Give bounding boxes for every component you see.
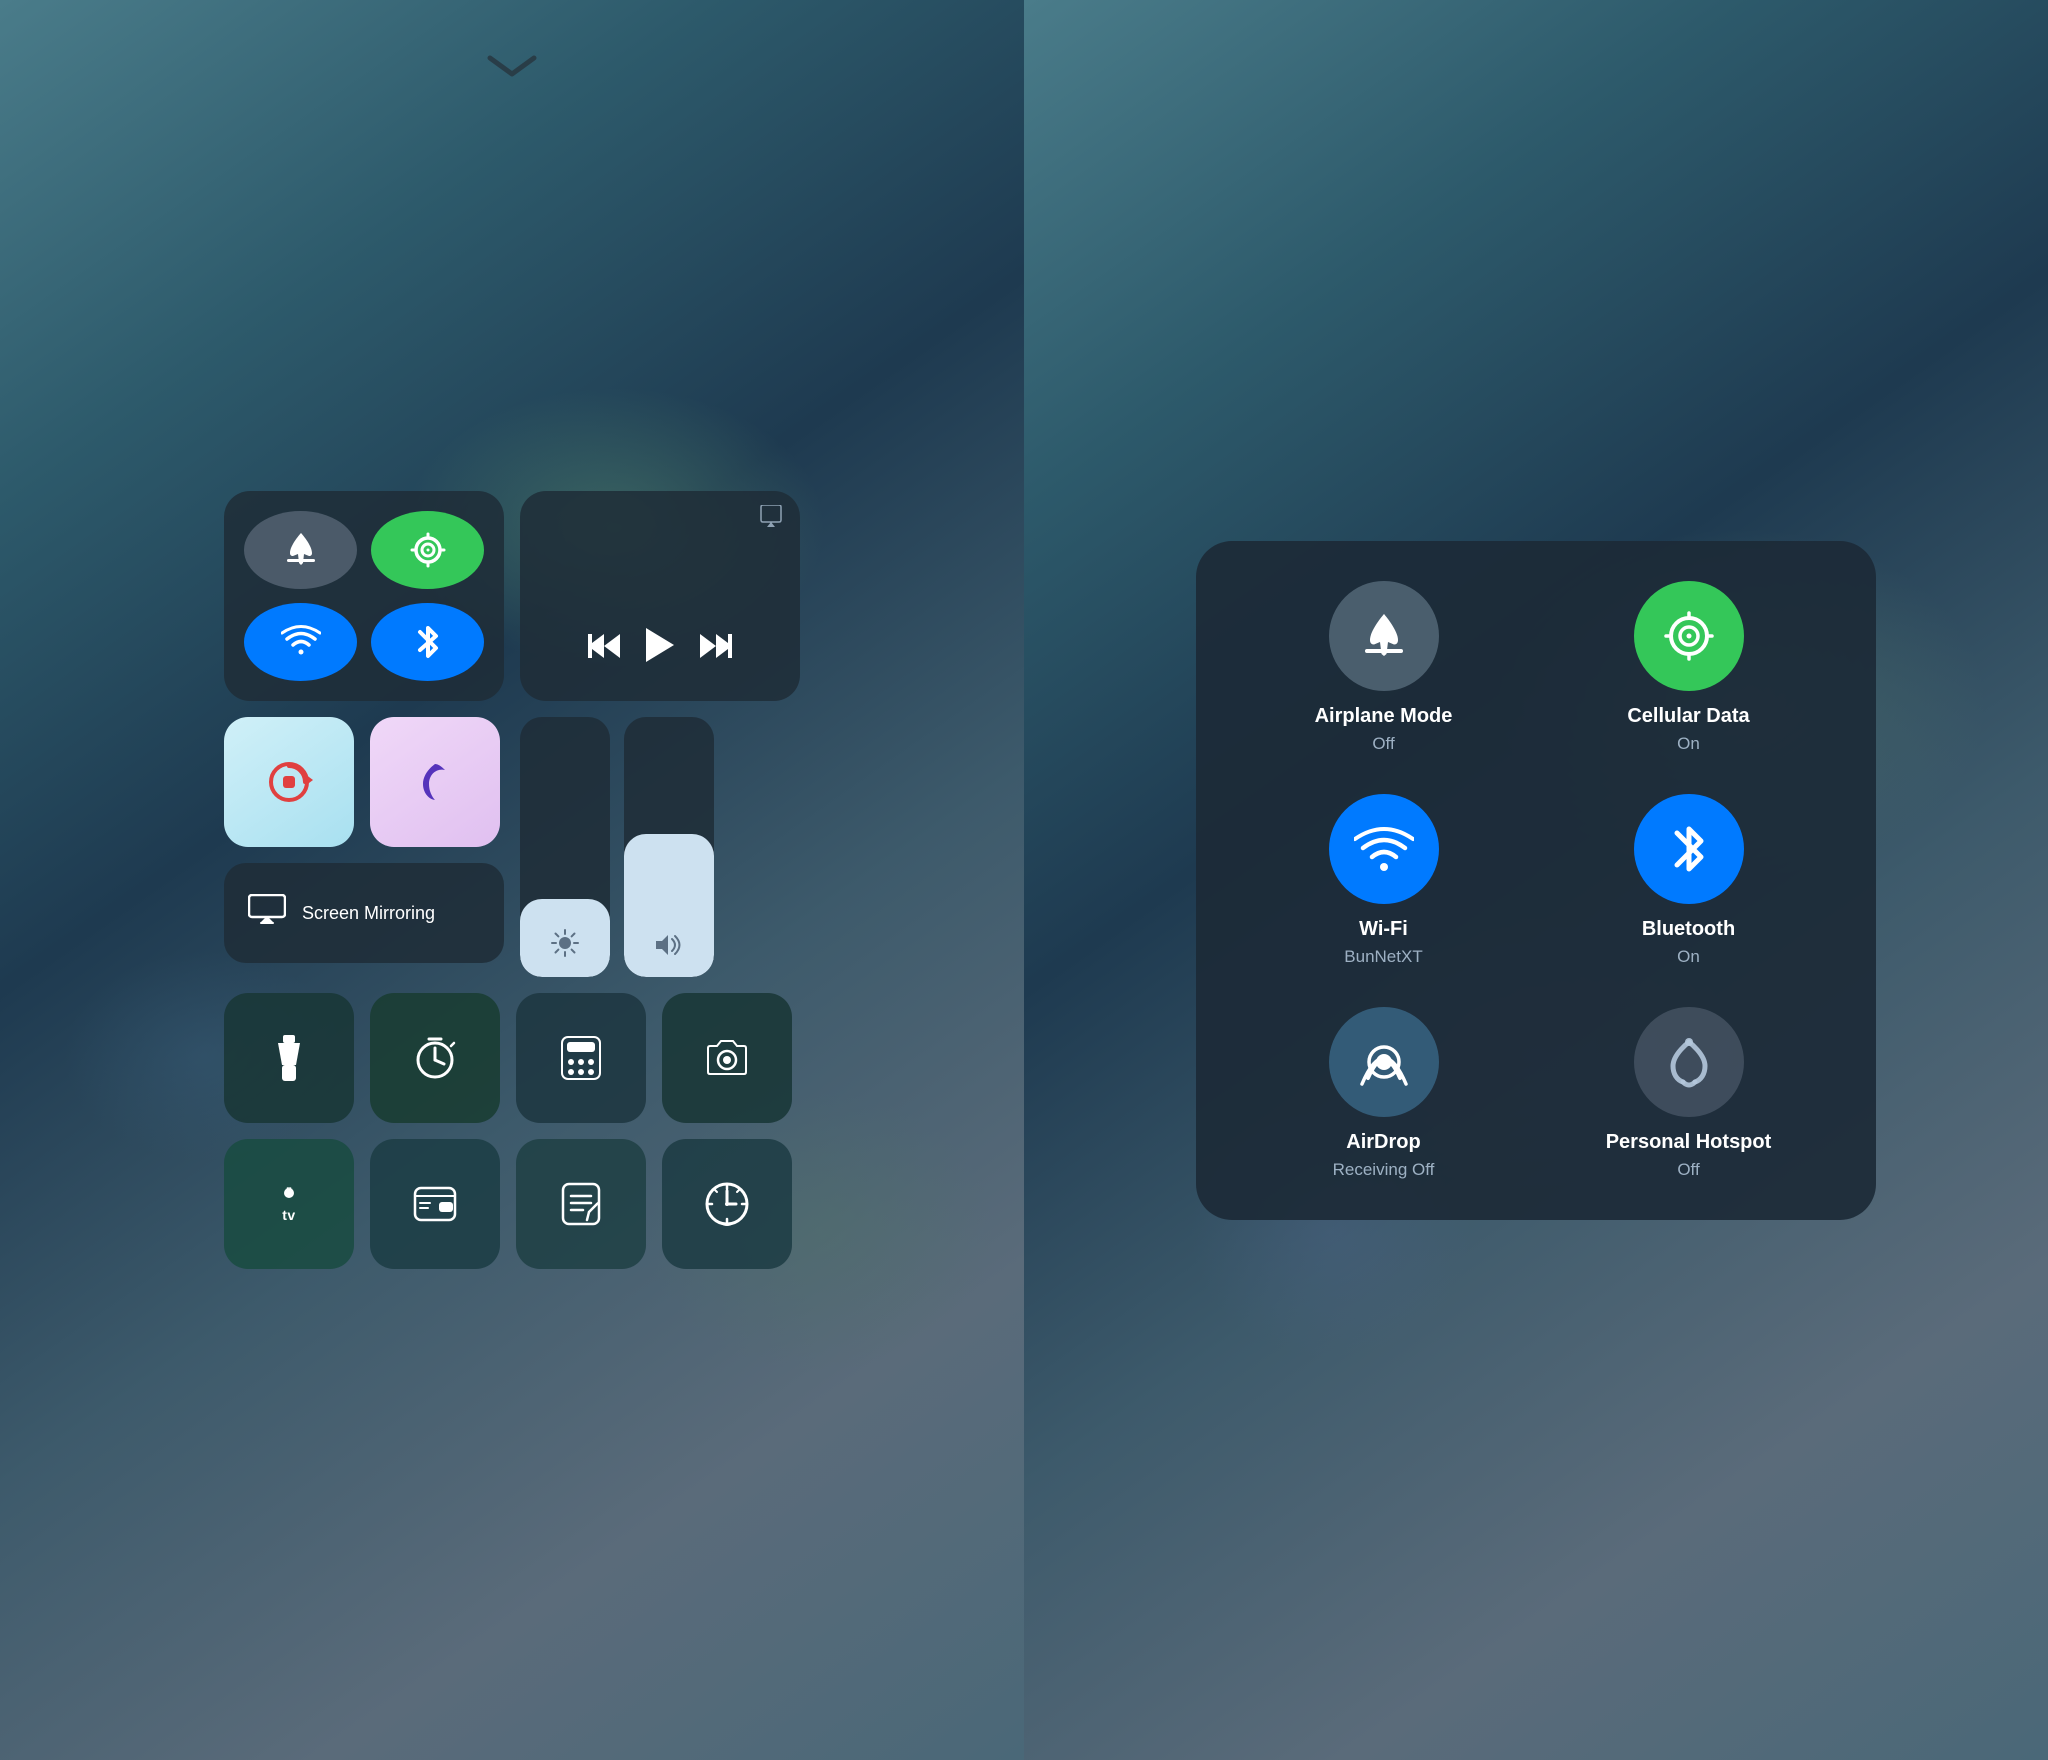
rotation-lock-button[interactable] bbox=[224, 717, 354, 847]
do-not-disturb-button[interactable] bbox=[370, 717, 500, 847]
media-block bbox=[520, 491, 800, 701]
popup-cellular-data[interactable]: Cellular Data On bbox=[1551, 581, 1826, 754]
airplay-icon[interactable] bbox=[758, 505, 784, 533]
cellular-data-status: On bbox=[1677, 734, 1700, 754]
clock-button[interactable] bbox=[662, 1139, 792, 1269]
brightness-slider[interactable] bbox=[520, 717, 610, 977]
calculator-button[interactable] bbox=[516, 993, 646, 1123]
apple-tv-button[interactable]: tv bbox=[224, 1139, 354, 1269]
play-button[interactable] bbox=[644, 626, 676, 673]
right-panel: Airplane Mode Off Cellular Data On bbox=[1024, 0, 2048, 1760]
screen-mirroring-button[interactable]: Screen Mirroring bbox=[224, 863, 504, 963]
media-controls bbox=[520, 626, 800, 701]
middle-row: Screen Mirroring bbox=[224, 717, 800, 977]
bluetooth-status: On bbox=[1677, 947, 1700, 967]
next-button[interactable] bbox=[700, 632, 732, 667]
middle-left-controls: Screen Mirroring bbox=[224, 717, 504, 977]
airplane-mode-circle bbox=[1329, 581, 1439, 691]
popup-airplane-mode[interactable]: Airplane Mode Off bbox=[1246, 581, 1521, 754]
wifi-circle bbox=[1329, 794, 1439, 904]
airplane-mode-label: Airplane Mode bbox=[1315, 705, 1453, 728]
notes-button[interactable] bbox=[516, 1139, 646, 1269]
chevron-down-icon[interactable] bbox=[486, 48, 538, 84]
popup-airdrop[interactable]: AirDrop Receiving Off bbox=[1246, 1007, 1521, 1180]
screen-mirroring-label: Screen Mirroring bbox=[302, 903, 435, 924]
wifi-network-name: BunNetXT bbox=[1344, 947, 1422, 967]
left-panel: Screen Mirroring bbox=[0, 0, 1024, 1760]
brightness-icon bbox=[551, 929, 579, 963]
camera-button[interactable] bbox=[662, 993, 792, 1123]
bluetooth-circle bbox=[1634, 794, 1744, 904]
control-center: Screen Mirroring bbox=[224, 491, 800, 1269]
wifi-label: Wi-Fi bbox=[1359, 918, 1408, 941]
flashlight-button[interactable] bbox=[224, 993, 354, 1123]
screen-mirroring-icon bbox=[248, 894, 286, 932]
personal-hotspot-label: Personal Hotspot bbox=[1606, 1131, 1772, 1154]
popup-personal-hotspot[interactable]: Personal Hotspot Off bbox=[1551, 1007, 1826, 1180]
connectivity-block bbox=[224, 491, 504, 701]
personal-hotspot-status: Off bbox=[1677, 1160, 1699, 1180]
airdrop-status: Receiving Off bbox=[1333, 1160, 1435, 1180]
airplane-mode-button[interactable] bbox=[244, 511, 357, 589]
popup-wifi[interactable]: Wi-Fi BunNetXT bbox=[1246, 794, 1521, 967]
bluetooth-label: Bluetooth bbox=[1642, 918, 1735, 941]
bluetooth-button[interactable] bbox=[371, 603, 484, 681]
top-row bbox=[224, 491, 800, 701]
airdrop-label: AirDrop bbox=[1346, 1131, 1420, 1154]
airplane-mode-status: Off bbox=[1372, 734, 1394, 754]
cellular-data-button[interactable] bbox=[371, 511, 484, 589]
cellular-data-circle bbox=[1634, 581, 1744, 691]
wifi-button[interactable] bbox=[244, 603, 357, 681]
airdrop-circle bbox=[1329, 1007, 1439, 1117]
bottom-row-2: tv bbox=[224, 1139, 800, 1269]
volume-slider[interactable] bbox=[624, 717, 714, 977]
previous-button[interactable] bbox=[588, 632, 620, 667]
cellular-data-label: Cellular Data bbox=[1627, 705, 1749, 728]
timer-button[interactable] bbox=[370, 993, 500, 1123]
popup-bluetooth[interactable]: Bluetooth On bbox=[1551, 794, 1826, 967]
volume-icon bbox=[654, 933, 684, 963]
personal-hotspot-circle bbox=[1634, 1007, 1744, 1117]
sliders-container bbox=[520, 717, 714, 977]
connectivity-popup: Airplane Mode Off Cellular Data On bbox=[1196, 541, 1876, 1220]
wallet-button[interactable] bbox=[370, 1139, 500, 1269]
bottom-row-1 bbox=[224, 993, 800, 1123]
top-two-buttons bbox=[224, 717, 504, 847]
